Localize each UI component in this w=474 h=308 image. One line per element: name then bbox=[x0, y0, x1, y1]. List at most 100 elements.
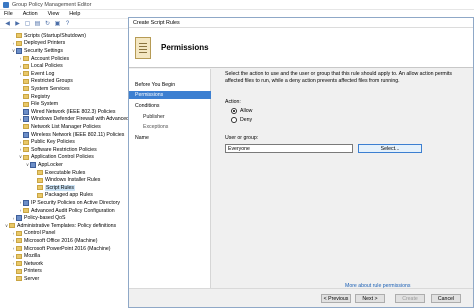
tree-item[interactable]: › Windows Defender Firewall with Advanced… bbox=[18, 116, 130, 124]
folder-icon bbox=[23, 78, 29, 84]
tree-item[interactable]: › Microsoft Office 2016 (Machine) bbox=[11, 237, 98, 245]
select-button[interactable]: Select... bbox=[358, 144, 422, 154]
tree-item[interactable]: › Advanced Audit Policy Configuration bbox=[18, 207, 115, 215]
tree-item[interactable]: Network List Manager Policies bbox=[18, 123, 101, 131]
permissions-content: Select the action to use and the user or… bbox=[225, 71, 471, 154]
folder-icon bbox=[23, 208, 29, 214]
tree-item[interactable]: System Services bbox=[18, 85, 70, 93]
folder-icon[interactable]: ▢ bbox=[24, 20, 31, 27]
create-button[interactable]: Create bbox=[395, 294, 425, 303]
tree-item[interactable]: ∨ Application Control Policies bbox=[18, 154, 94, 162]
console-tree: Scripts (Startup/Shutdown) › Deployed Prin… bbox=[0, 31, 130, 308]
allow-option[interactable]: Allow bbox=[231, 108, 471, 115]
deny-radio[interactable] bbox=[231, 117, 237, 124]
tree-item-label: Wireless Network (IEEE 802.11) Policies bbox=[31, 131, 125, 138]
tree-item[interactable]: Wired Network (IEEE 802.3) Policies bbox=[18, 108, 115, 116]
wizard-step[interactable]: Name bbox=[133, 134, 211, 142]
tree-item[interactable]: › Software Restriction Policies bbox=[18, 146, 97, 154]
folder-icon bbox=[16, 261, 22, 267]
gpme-window: Group Policy Management Editor File Acti… bbox=[0, 0, 474, 308]
dialog-header: Permissions bbox=[129, 28, 473, 68]
tree-item[interactable]: › Deployed Printers bbox=[11, 40, 66, 48]
tree-item[interactable]: › Network bbox=[11, 260, 43, 268]
properties-icon[interactable]: ▤ bbox=[34, 20, 41, 27]
policy-icon bbox=[30, 161, 36, 168]
help-icon[interactable]: ? bbox=[64, 20, 71, 27]
tree-item[interactable]: Windows Installer Rules bbox=[32, 176, 100, 184]
allow-radio[interactable] bbox=[231, 108, 237, 115]
tree-item-label: Server bbox=[24, 275, 40, 282]
tree-item-label: System Services bbox=[31, 85, 70, 92]
tree-item[interactable]: Printers bbox=[11, 268, 42, 276]
tree-item[interactable]: ∨ AppLocker bbox=[25, 161, 63, 169]
tree-item[interactable]: › IP Security Policies on Active Director… bbox=[18, 199, 120, 207]
refresh-icon[interactable]: ↻ bbox=[44, 20, 51, 27]
wizard-step[interactable]: Publisher bbox=[141, 113, 211, 121]
user-group-field[interactable]: Everyone bbox=[225, 144, 353, 154]
folder-icon bbox=[23, 124, 29, 130]
title-bar: Group Policy Management Editor bbox=[0, 0, 474, 10]
folder-icon bbox=[23, 94, 29, 100]
tree-item-label: AppLocker bbox=[38, 161, 63, 168]
tree-item[interactable]: File System bbox=[18, 100, 58, 108]
folder-icon bbox=[16, 246, 22, 252]
deny-option[interactable]: Deny bbox=[231, 117, 471, 124]
tree-item[interactable]: ∨ Security Settings bbox=[11, 47, 63, 55]
wizard-step[interactable]: Conditions bbox=[133, 102, 211, 110]
menu-view[interactable]: View bbox=[48, 11, 60, 17]
tree-item[interactable]: › Account Policies bbox=[18, 55, 69, 63]
tree-item-label: Network List Manager Policies bbox=[31, 123, 101, 130]
menu-help[interactable]: Help bbox=[69, 11, 80, 17]
tree-item[interactable]: › Public Key Policies bbox=[18, 138, 75, 146]
folder-icon bbox=[37, 185, 43, 191]
folder-icon bbox=[23, 139, 29, 145]
tree-item-label: Registry bbox=[31, 93, 51, 100]
tree-item[interactable]: › Local Policies bbox=[18, 62, 63, 70]
tree-item-label: Executable Rules bbox=[45, 169, 86, 176]
folder-icon bbox=[23, 71, 29, 77]
tree-item[interactable]: Executable Rules bbox=[32, 169, 85, 177]
tree-item-label: Control Panel bbox=[24, 230, 56, 237]
tree-item[interactable]: Wireless Network (IEEE 802.11) Policies bbox=[18, 131, 124, 139]
tree-item-label: Wired Network (IEEE 802.3) Policies bbox=[31, 108, 116, 115]
folder-icon bbox=[16, 268, 22, 274]
tree-item-label: IP Security Policies on Active Directory bbox=[31, 199, 120, 206]
scroll-document-icon bbox=[135, 36, 151, 59]
menu-action[interactable]: Action bbox=[23, 11, 38, 17]
tree-item-label: Script Rules bbox=[45, 184, 75, 191]
dialog-footer: < Previous Next > Create Cancel bbox=[129, 288, 473, 307]
tree-item[interactable]: Server bbox=[11, 275, 39, 283]
tree-item[interactable]: › Microsoft PowerPoint 2016 (Machine) bbox=[11, 245, 111, 253]
policy-icon bbox=[16, 47, 22, 54]
create-script-rules-dialog: Create Script Rules Permissions Before Y… bbox=[128, 17, 474, 308]
menu-file[interactable]: File bbox=[4, 11, 13, 17]
tree-item[interactable]: Packaged app Rules bbox=[32, 192, 93, 200]
tree-item[interactable]: › Mozilla bbox=[11, 252, 40, 260]
tree-item[interactable]: › Event Log bbox=[18, 70, 55, 78]
tree-item[interactable]: ∨ Administrative Templates: Policy defini… bbox=[4, 222, 116, 230]
next-button[interactable]: Next > bbox=[355, 294, 385, 303]
tree-item[interactable]: Registry bbox=[18, 93, 50, 101]
back-arrow-icon[interactable]: ◀ bbox=[4, 20, 11, 27]
wizard-step[interactable]: Before You Begin bbox=[133, 81, 211, 89]
folder-icon bbox=[23, 56, 29, 62]
folder-icon bbox=[37, 192, 43, 198]
tree-item[interactable]: Script Rules bbox=[32, 184, 75, 192]
tree-item-label: Event Log bbox=[31, 70, 55, 77]
wizard-step[interactable]: Permissions bbox=[129, 91, 211, 99]
previous-button[interactable]: < Previous bbox=[321, 294, 351, 303]
export-icon[interactable]: ▣ bbox=[54, 20, 61, 27]
tree-item[interactable]: › Control Panel bbox=[11, 230, 56, 238]
cancel-button[interactable]: Cancel bbox=[431, 294, 461, 303]
tree-item[interactable]: Scripts (Startup/Shutdown) bbox=[11, 32, 86, 40]
folder-icon bbox=[16, 238, 22, 244]
folder-icon bbox=[9, 223, 15, 229]
tree-item[interactable]: › Policy-based QoS bbox=[11, 214, 66, 222]
folder-icon bbox=[23, 154, 29, 160]
tree-item-label: Scripts (Startup/Shutdown) bbox=[24, 32, 86, 39]
tree-item[interactable]: Restricted Groups bbox=[18, 78, 73, 86]
wizard-step[interactable]: Exceptions bbox=[141, 123, 211, 131]
tree-item-label: Policy-based QoS bbox=[24, 215, 66, 222]
folder-icon bbox=[16, 40, 22, 46]
forward-arrow-icon[interactable]: ▶ bbox=[14, 20, 21, 27]
